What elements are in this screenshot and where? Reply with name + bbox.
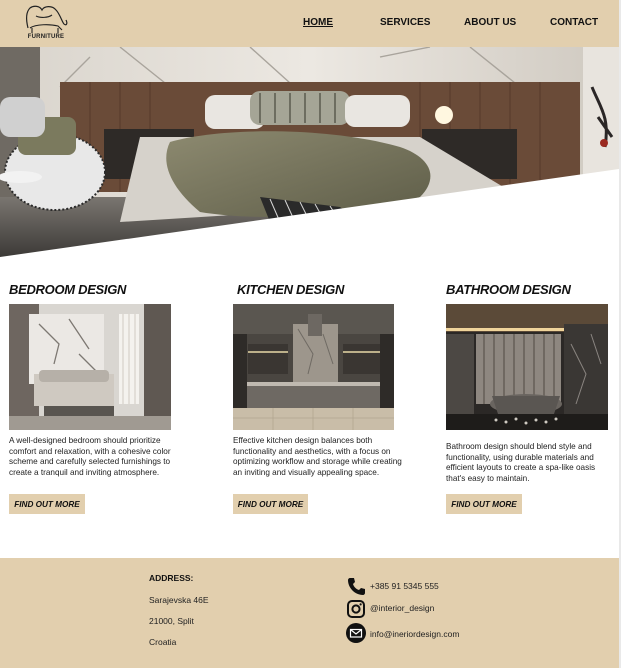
nav-home[interactable]: HOME <box>303 17 333 28</box>
email-icon[interactable] <box>346 623 366 643</box>
phone-number[interactable]: +385 91 5345 555 <box>370 581 439 591</box>
address-line: Sarajevska 46E <box>149 595 209 605</box>
email-address[interactable]: info@ineriordesign.com <box>370 629 459 639</box>
bathroom-title: BATHROOM DESIGN <box>446 282 571 297</box>
address-label: ADDRESS: <box>149 573 194 583</box>
bedroom-image <box>9 304 171 430</box>
site-header: FURNITURE HOME SERVICES ABOUT US CONTACT <box>0 0 619 47</box>
nav-services[interactable]: SERVICES <box>380 17 430 28</box>
bedroom-title: BEDROOM DESIGN <box>9 282 127 297</box>
bathroom-image <box>446 304 608 430</box>
site-footer: ADDRESS: Sarajevska 46E 21000, Split Cro… <box>0 558 619 668</box>
instagram-icon[interactable] <box>346 599 366 619</box>
instagram-handle[interactable]: @interior_design <box>370 603 434 613</box>
kitchen-image <box>233 304 394 430</box>
kitchen-title: KITCHEN DESIGN <box>237 282 345 297</box>
bedroom-description: A well-designed bedroom should prioritiz… <box>9 436 171 477</box>
kitchen-find-out-more-button[interactable]: FIND OUT MORE <box>233 494 308 514</box>
bathroom-description: Bathroom design should blend style and f… <box>446 442 596 483</box>
nav-about[interactable]: ABOUT US <box>464 17 516 28</box>
address-line: 21000, Split <box>149 616 194 626</box>
logo-text: FURNITURE <box>27 34 65 40</box>
address-line: Croatia <box>149 637 177 647</box>
hero-image <box>0 47 619 257</box>
bedroom-find-out-more-button[interactable]: FIND OUT MORE <box>9 494 85 514</box>
logo[interactable]: FURNITURE <box>22 2 70 44</box>
phone-icon <box>348 578 365 595</box>
nav-contact[interactable]: CONTACT <box>550 17 598 28</box>
kitchen-description: Effective kitchen design balances both f… <box>233 436 402 477</box>
logo-chair-icon <box>26 5 68 33</box>
bathroom-find-out-more-button[interactable]: FIND OUT MORE <box>446 494 522 514</box>
